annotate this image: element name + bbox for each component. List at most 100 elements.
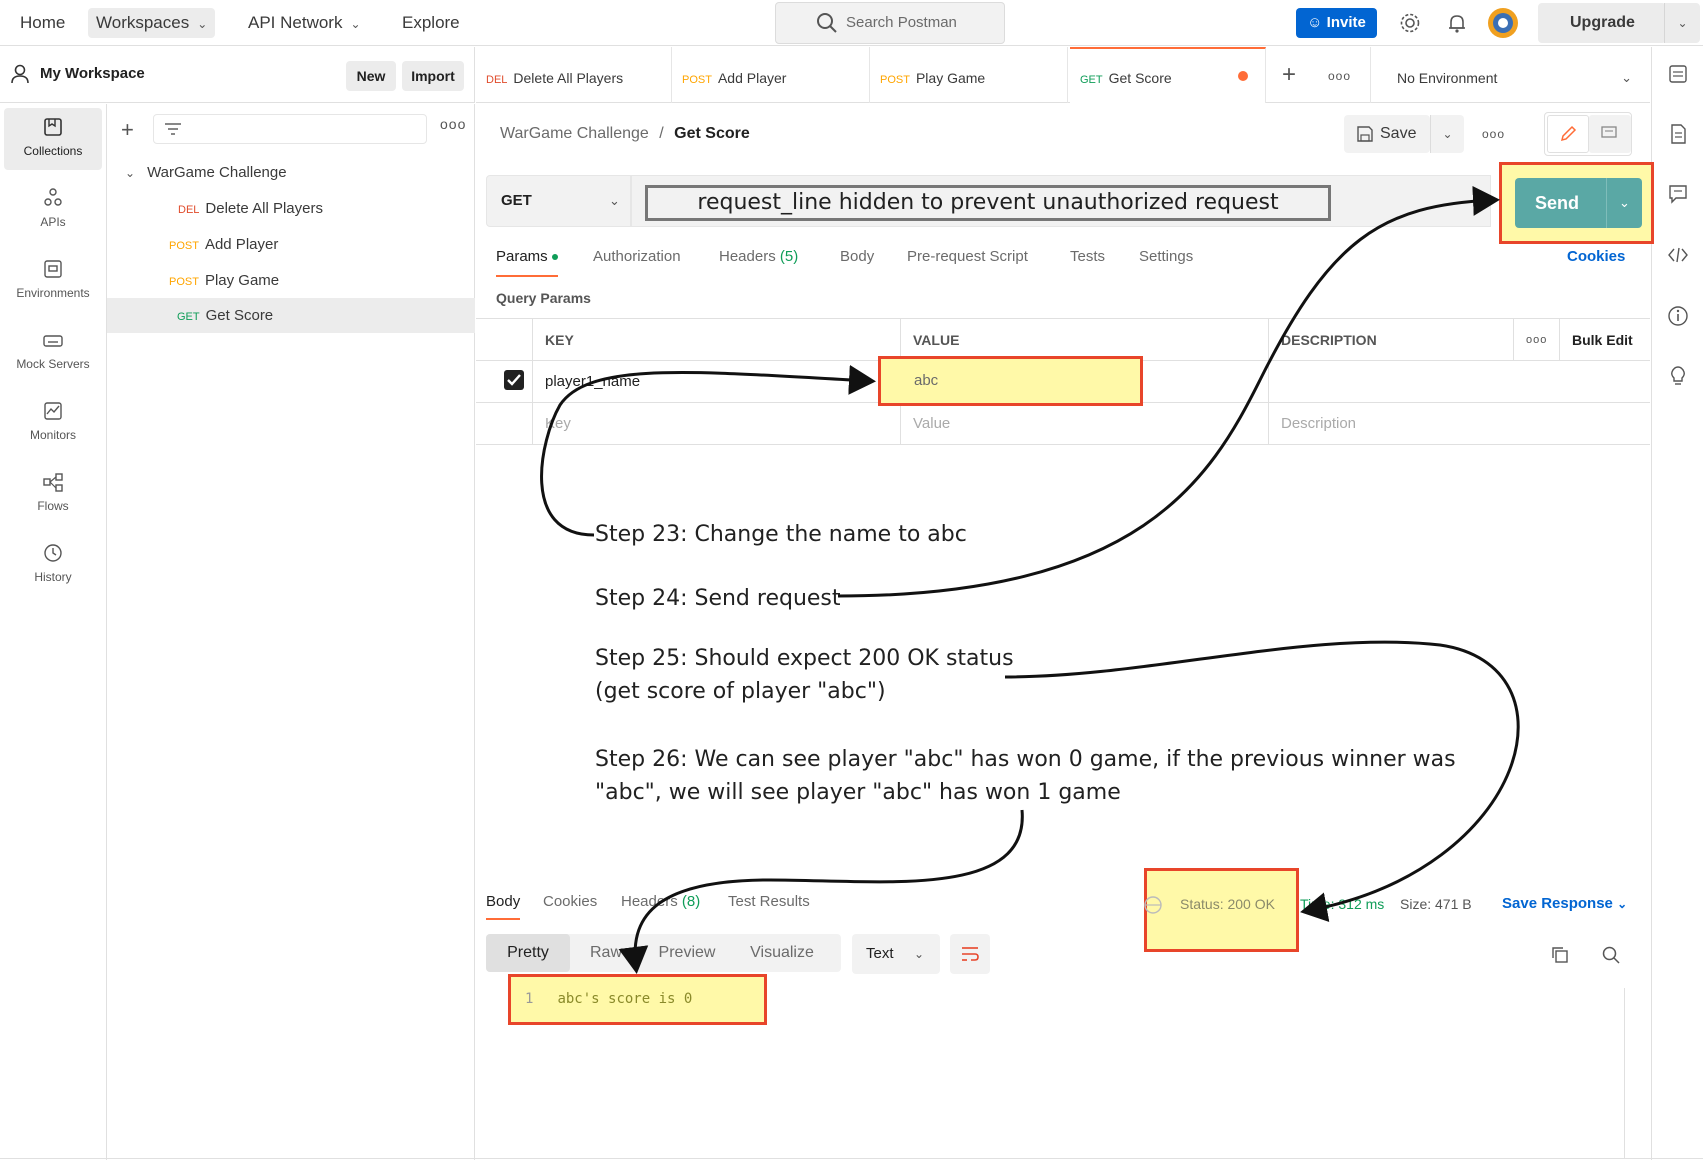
language-label: Text xyxy=(866,945,894,962)
nav-api-network[interactable]: API Network ⌄ xyxy=(240,8,369,38)
sidebar-item-mock-servers[interactable]: Mock Servers xyxy=(4,321,102,383)
tab-settings[interactable]: Settings xyxy=(1139,248,1193,265)
upgrade-dropdown-button[interactable]: ⌄ xyxy=(1664,3,1700,43)
history-icon xyxy=(44,544,62,562)
monitors-icon xyxy=(44,402,62,420)
environment-quicklook-icon[interactable] xyxy=(1667,63,1689,85)
table-options-icon[interactable]: ooo xyxy=(1513,319,1559,361)
code-icon[interactable] xyxy=(1667,244,1689,266)
send-button[interactable]: Send ⌄ xyxy=(1515,178,1642,228)
search-response-icon[interactable] xyxy=(1601,945,1621,965)
environment-selector[interactable]: No Environment ⌄ xyxy=(1370,47,1650,103)
edit-mode-button[interactable] xyxy=(1547,115,1589,153)
query-params-label: Query Params xyxy=(496,290,591,306)
annotation-step-23: Step 23: Change the name to abc xyxy=(595,522,967,547)
params-active-dot-icon xyxy=(551,254,558,261)
sidebar-item-environments[interactable]: Environments xyxy=(4,250,102,312)
tree-item-play-game[interactable]: POST Play Game xyxy=(107,263,475,298)
request-more-options-icon[interactable]: ooo xyxy=(1482,127,1505,141)
chevron-down-icon: ⌄ xyxy=(197,17,208,31)
nav-explore[interactable]: Explore xyxy=(394,8,468,38)
tab-body[interactable]: Body xyxy=(840,248,874,265)
tab-pre-request-script[interactable]: Pre-request Script xyxy=(907,248,1028,265)
new-tab-plus-icon[interactable]: + xyxy=(1282,55,1296,95)
tree-item-add-player[interactable]: POST Add Player xyxy=(107,227,475,262)
format-pretty[interactable]: Pretty xyxy=(486,934,570,972)
tab-authorization[interactable]: Authorization xyxy=(593,248,681,265)
save-button[interactable]: Save xyxy=(1344,115,1430,153)
format-visualize[interactable]: Visualize xyxy=(732,934,832,972)
response-tab-body[interactable]: Body xyxy=(486,893,521,920)
tab-get-score[interactable]: GET Get Score xyxy=(1070,47,1266,103)
tree-item-get-score[interactable]: GET Get Score xyxy=(107,298,475,333)
sidebar-item-flows[interactable]: Flows xyxy=(4,463,102,525)
sidebar-item-collections[interactable]: Collections xyxy=(4,108,102,170)
method-badge: POST xyxy=(880,74,910,86)
tab-add-player[interactable]: POST Add Player xyxy=(672,47,870,103)
response-tab-test-results[interactable]: Test Results xyxy=(728,893,810,910)
comment-mode-button[interactable] xyxy=(1589,115,1631,153)
annotation-step-25-line-1: Step 25: Should expect 200 OK status xyxy=(595,646,1014,671)
add-collection-icon[interactable]: + xyxy=(121,117,134,143)
save-response-button[interactable]: Save Response ⌄ xyxy=(1502,895,1627,912)
tab-delete-all-players[interactable]: DEL Delete All Players xyxy=(476,47,672,103)
info-icon[interactable] xyxy=(1667,305,1689,327)
new-button[interactable]: New xyxy=(346,61,396,91)
format-preview[interactable]: Preview xyxy=(642,934,732,972)
tab-play-game[interactable]: POST Play Game xyxy=(870,47,1068,103)
avatar[interactable] xyxy=(1487,7,1519,39)
save-dropdown-button[interactable]: ⌄ xyxy=(1430,115,1464,153)
new-param-value-input[interactable]: Value xyxy=(900,403,1268,445)
search-placeholder: Search Postman xyxy=(846,14,957,31)
headers-count: (5) xyxy=(779,248,799,265)
param-key-cell[interactable]: player1_name xyxy=(532,361,900,403)
tab-headers[interactable]: Headers (5) xyxy=(719,248,798,265)
nav-home[interactable]: Home xyxy=(12,8,73,38)
sidebar-item-history[interactable]: History xyxy=(4,534,102,596)
collection-item[interactable]: ⌄ WarGame Challenge xyxy=(107,155,475,190)
more-options-icon[interactable]: ooo xyxy=(440,116,466,132)
copy-icon[interactable] xyxy=(1550,945,1570,965)
upgrade-button[interactable]: Upgrade xyxy=(1538,3,1666,43)
scrollbar-track[interactable] xyxy=(1624,988,1625,1158)
wrap-lines-button[interactable] xyxy=(950,934,990,974)
bulk-edit-button[interactable]: Bulk Edit xyxy=(1559,319,1650,361)
method-badge: GET xyxy=(177,311,200,323)
tree-item-delete-all-players[interactable]: DEL Delete All Players xyxy=(107,191,475,226)
checkmark-icon xyxy=(507,374,521,386)
nav-workspaces[interactable]: Workspaces ⌄ xyxy=(88,8,216,38)
documentation-icon[interactable] xyxy=(1667,123,1689,145)
search-input[interactable]: Search Postman xyxy=(775,2,1005,44)
response-tab-cookies[interactable]: Cookies xyxy=(543,893,597,910)
sidebar-item-label: Monitors xyxy=(29,428,76,442)
cookies-link[interactable]: Cookies xyxy=(1567,248,1625,265)
lightbulb-icon[interactable] xyxy=(1667,365,1689,387)
comments-icon[interactable] xyxy=(1667,183,1689,205)
tab-more-options-icon[interactable]: ooo xyxy=(1328,69,1351,83)
import-button[interactable]: Import xyxy=(402,61,464,91)
nav-api-network-label: API Network xyxy=(248,13,343,32)
tab-tests[interactable]: Tests xyxy=(1070,248,1105,265)
method-select[interactable]: GET ⌄ xyxy=(486,175,631,227)
tab-headers-label: Headers xyxy=(719,248,776,265)
sidebar-item-monitors[interactable]: Monitors xyxy=(4,392,102,454)
chevron-down-icon: ⌄ xyxy=(1621,70,1632,85)
breadcrumb-collection[interactable]: WarGame Challenge xyxy=(500,125,649,142)
language-select[interactable]: Text ⌄ xyxy=(852,934,940,974)
response-tab-headers[interactable]: Headers (8) xyxy=(621,893,700,910)
breadcrumb-request: Get Score xyxy=(674,125,750,142)
filter-input[interactable] xyxy=(153,114,427,144)
param-enabled-checkbox[interactable] xyxy=(504,370,524,390)
nav-workspaces-label: Workspaces xyxy=(96,13,190,32)
settings-gear-icon[interactable] xyxy=(1399,12,1421,34)
tab-params[interactable]: Params xyxy=(496,248,558,277)
new-param-key-input[interactable]: Key xyxy=(532,403,900,445)
new-param-description-input[interactable]: Description xyxy=(1268,403,1650,445)
format-raw[interactable]: Raw xyxy=(570,934,642,972)
chevron-down-icon: ⌄ xyxy=(914,947,925,961)
param-description-cell[interactable] xyxy=(1268,361,1650,403)
annotation-step-26-line-2: "abc", we will see player "abc" has won … xyxy=(595,780,1121,805)
invite-button[interactable]: ☺ Invite xyxy=(1296,8,1377,38)
sidebar-item-apis[interactable]: APIs xyxy=(4,179,102,241)
notifications-bell-icon[interactable] xyxy=(1446,12,1468,34)
